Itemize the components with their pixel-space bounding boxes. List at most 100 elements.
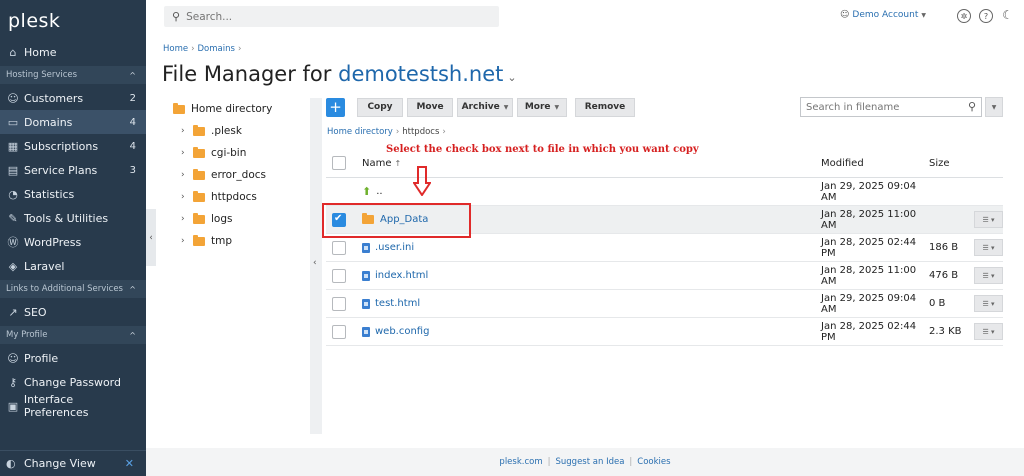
file-icon [362,326,370,337]
table-row[interactable]: index.html Jan 28, 2025 11:00 AM 476 B ☰… [326,262,1003,290]
tree-item[interactable]: › .plesk [163,120,309,142]
global-search[interactable]: ⚲ [164,6,499,27]
plesk-logo[interactable]: plesk [0,0,146,40]
row-actions-button[interactable]: ☰ ▾ [974,323,1003,340]
file-name-link[interactable]: index.html [375,270,428,281]
sidebar-item-interface-preferences[interactable]: ▣ Interface Preferences [0,393,146,419]
grid-icon: ▦ [7,139,19,153]
path-home-directory[interactable]: Home directory [327,127,393,137]
chevron-down-icon[interactable]: ⌄ [507,71,516,84]
topbar: ⚲ ☺ Demo Account ▼ ✲ ? ☾ [146,0,1024,34]
file-name-link[interactable]: .user.ini [375,242,414,253]
change-view-icon: ◐ [6,457,16,470]
column-modified[interactable]: Modified [821,158,929,169]
folder-icon [193,212,205,224]
tree-item[interactable]: › httpdocs [163,186,309,208]
file-icon [362,298,370,309]
tree-item[interactable]: › tmp [163,230,309,252]
footer-link-cookies[interactable]: Cookies [637,457,670,467]
sidebar-item-seo[interactable]: ↗ SEO [0,300,146,324]
chevron-right-icon[interactable]: › [181,148,193,158]
breadcrumb-home[interactable]: Home [163,44,188,54]
tree-item-home-directory[interactable]: Home directory [163,98,309,120]
chevron-right-icon[interactable]: › [181,170,193,180]
section-hosting-services[interactable]: Hosting Services ^ [0,66,146,84]
main-content: Home › Domains › File Manager for demotests… [146,34,1024,448]
sidebar-item-statistics[interactable]: ◔ Statistics [0,182,146,206]
sidebar-item-wordpress[interactable]: Ⓦ WordPress [0,230,146,254]
select-all-checkbox[interactable] [332,156,346,170]
chevron-right-icon[interactable]: › [181,214,193,224]
row-checkbox[interactable] [332,268,346,283]
sidebar-item-service-plans[interactable]: ▤ Service Plans 3 [0,158,146,182]
more-button[interactable]: More ▼ [517,97,567,117]
page-title: File Manager for demotestsh.net ⌄ [162,62,517,86]
sidebar-item-domains[interactable]: ▭ Domains 4 [0,110,146,134]
section-my-profile[interactable]: My Profile ^ [0,326,146,344]
row-actions-button[interactable]: ☰ ▾ [974,211,1003,228]
domain-selector[interactable]: demotestsh.net [338,62,503,86]
highlight-box [322,203,471,238]
sidebar-item-label: Home [24,45,57,59]
tree-item[interactable]: › error_docs [163,164,309,186]
sidebar-item-tools[interactable]: ✎ Tools & Utilities [0,206,146,230]
sidebar-item-profile[interactable]: ☺ Profile [0,346,146,370]
folder-icon [193,168,205,180]
column-size[interactable]: Size [929,158,969,169]
row-actions-button[interactable]: ☰ ▾ [974,267,1003,284]
table-row[interactable]: .user.ini Jan 28, 2025 02:44 PM 186 B ☰ … [326,234,1003,262]
footer-link-suggest-idea[interactable]: Suggest an Idea [556,457,625,467]
seo-icon: ↗ [8,305,18,319]
close-icon[interactable]: ✕ [125,457,134,470]
breadcrumb: Home › Domains › [163,44,242,54]
change-view-button[interactable]: ◐ Change View ✕ [0,450,146,476]
copy-button[interactable]: Copy [357,97,403,117]
tree-splitter[interactable]: ‹ [310,98,322,434]
sidebar-collapse-handle[interactable]: ‹ [146,209,156,266]
global-search-input[interactable] [186,10,467,23]
sidebar-item-customers[interactable]: ☺ Customers 2 [0,86,146,110]
table-row[interactable]: web.config Jan 28, 2025 02:44 PM 2.3 KB … [326,318,1003,346]
instruction-annotation: Select the check box next to file in whi… [386,144,699,155]
row-checkbox[interactable] [332,240,346,255]
row-actions-button[interactable]: ☰ ▾ [974,239,1003,256]
dark-mode-icon[interactable]: ☾ [1002,8,1013,22]
remove-button[interactable]: Remove [575,97,635,117]
account-menu[interactable]: ☺ Demo Account ▼ [840,10,926,20]
chevron-right-icon[interactable]: › [181,126,193,136]
sidebar-item-change-password[interactable]: ⚷ Change Password [0,370,146,394]
file-name-link[interactable]: test.html [375,298,420,309]
row-actions-button[interactable]: ☰ ▾ [974,295,1003,312]
chevron-left-icon[interactable]: ‹ [313,258,317,268]
tree-item[interactable]: › cgi-bin [163,142,309,164]
row-checkbox[interactable] [332,324,346,339]
folder-icon [173,102,185,114]
tree-item[interactable]: › logs [163,208,309,230]
chevron-right-icon[interactable]: › [181,192,193,202]
count-badge: 4 [129,140,136,152]
move-button[interactable]: Move [407,97,453,117]
extensions-icon[interactable]: ✲ [957,9,971,23]
section-additional-services[interactable]: Links to Additional Services ^ [0,280,146,298]
sidebar-item-subscriptions[interactable]: ▦ Subscriptions 4 [0,134,146,158]
footer-link-plesk[interactable]: plesk.com [499,457,542,467]
add-button[interactable]: + [326,97,345,117]
file-search-input[interactable] [806,101,956,113]
breadcrumb-domains[interactable]: Domains [198,44,235,54]
file-icon [362,270,370,281]
file-icon [362,242,370,253]
help-icon[interactable]: ? [979,9,993,23]
row-checkbox[interactable] [332,296,346,311]
file-search[interactable]: ⚲ [800,97,982,117]
user-icon: ☺ [7,351,19,365]
search-icon[interactable]: ⚲ [968,100,976,113]
table-row[interactable]: test.html Jan 29, 2025 09:04 AM 0 B ☰ ▾ [326,290,1003,318]
sidebar-item-home[interactable]: ⌂ Home [0,40,146,64]
chevron-right-icon[interactable]: › [181,236,193,246]
search-options-dropdown[interactable]: ▼ [985,97,1003,117]
file-name-link[interactable]: web.config [375,326,429,337]
archive-button[interactable]: Archive ▼ [457,97,513,117]
sidebar-item-laravel[interactable]: ◈ Laravel [0,254,146,278]
home-icon: ⌂ [9,45,17,59]
chevron-up-icon: ^ [129,284,136,294]
